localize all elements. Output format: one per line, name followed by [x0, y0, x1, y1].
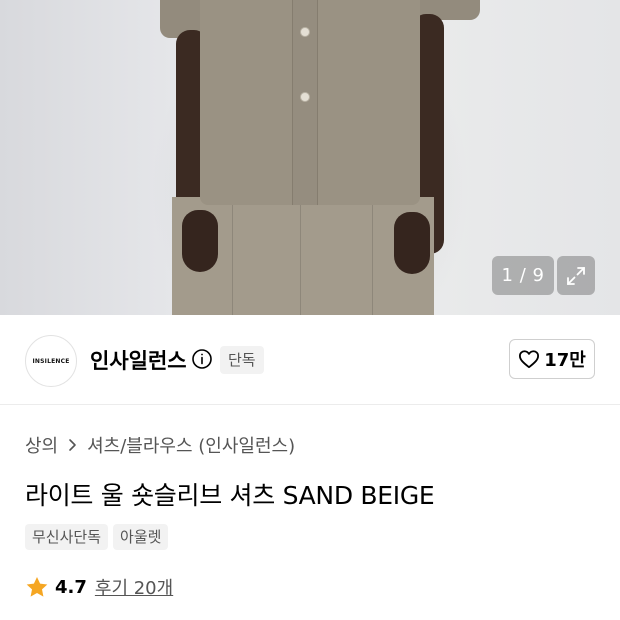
image-shirt [200, 0, 420, 205]
like-button[interactable]: 17만 [509, 339, 595, 379]
image-hand-left [182, 210, 218, 272]
like-count: 17만 [544, 350, 586, 371]
breadcrumb: 상의 셔츠/블라우스 (인사일런스) [25, 432, 295, 458]
review-count-link[interactable]: 후기 20개 [95, 574, 173, 600]
brand-logo[interactable]: INSILENCE [25, 335, 77, 387]
product-title: 라이트 울 숏슬리브 셔츠 SAND BEIGE [25, 481, 435, 510]
chevron-right-icon [68, 438, 77, 452]
star-filled-icon [26, 576, 48, 597]
product-tags: 무신사단독 아울렛 [25, 524, 169, 550]
expand-arrows-icon [567, 266, 585, 285]
exclusive-badge: 단독 [220, 346, 264, 374]
expand-image-button[interactable] [557, 256, 595, 295]
heart-outline-icon [519, 350, 540, 369]
breadcrumb-category[interactable]: 상의 [25, 432, 58, 458]
tag-exclusive: 무신사단독 [25, 524, 109, 550]
image-hand-right [394, 212, 430, 274]
brand-name-link[interactable]: 인사일런스 [90, 345, 187, 375]
info-circle-icon[interactable] [191, 348, 213, 370]
brand-row: INSILENCE 인사일런스 단독 17만 [0, 315, 620, 405]
rating-score: 4.7 [55, 576, 87, 598]
product-image[interactable]: 1 / 9 [0, 0, 620, 315]
image-counter: 1 / 9 [492, 256, 554, 295]
tag-outlet: 아울렛 [113, 524, 169, 550]
rating-row: 4.7 후기 20개 [25, 574, 173, 600]
brand-logo-text: INSILENCE [32, 357, 70, 365]
breadcrumb-subcategory[interactable]: 셔츠/블라우스 (인사일런스) [87, 432, 295, 458]
